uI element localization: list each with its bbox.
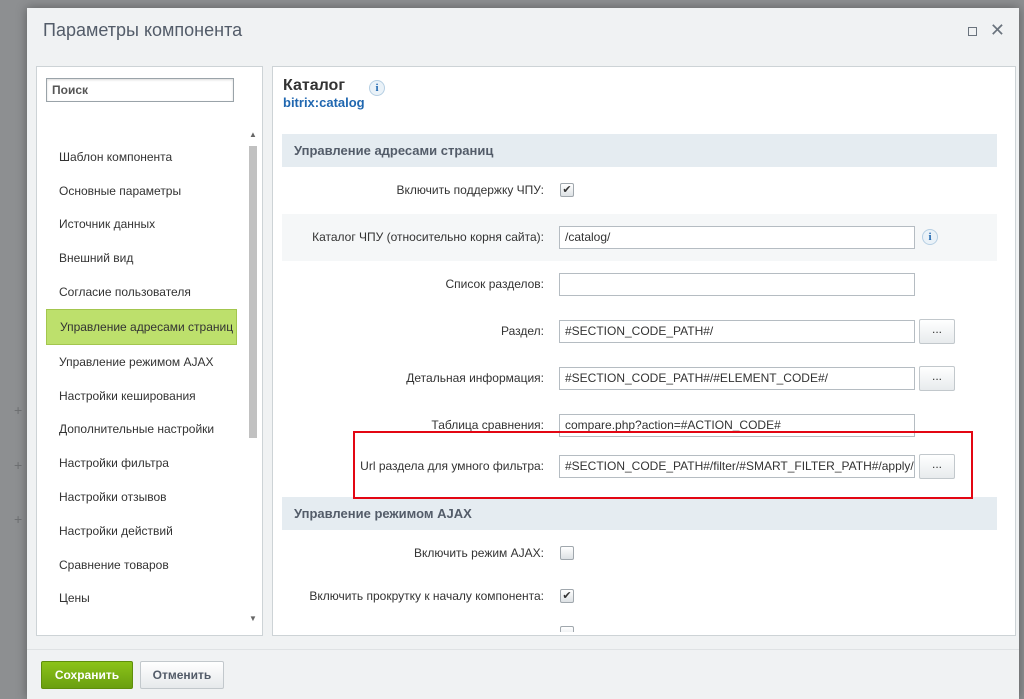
background-plus-icon: +	[14, 457, 23, 473]
partial-checkbox[interactable]	[560, 626, 574, 632]
param-row-ajax-scroll: Включить прокрутку к началу компонента: …	[282, 573, 997, 620]
sidebar-item-actions[interactable]: Настройки действий	[46, 514, 237, 548]
dialog-title: Параметры компонента	[43, 20, 243, 40]
sidebar-item-url-management[interactable]: Управление адресами страниц	[46, 308, 237, 345]
detail-url-input[interactable]: #SECTION_CODE_PATH#/#ELEMENT_CODE#/	[559, 367, 915, 390]
compare-url-input[interactable]: compare.php?action=#ACTION_CODE#	[559, 414, 915, 437]
section-url-management[interactable]: Управление адресами страниц	[282, 134, 997, 167]
sidebar-item-cache[interactable]: Настройки кеширования	[46, 379, 237, 413]
sidebar-item-additional[interactable]: Дополнительные настройки	[46, 413, 237, 447]
close-icon[interactable]: ✕	[990, 20, 1005, 40]
detail-url-browse-button[interactable]: ...	[919, 366, 955, 391]
sidebar-nav: Шаблон компонента Основные параметры Ист…	[46, 140, 237, 615]
param-row-partial	[282, 616, 997, 632]
sidebar-item-user-consent[interactable]: Согласие пользователя	[46, 275, 237, 309]
sections-list-input[interactable]	[559, 273, 915, 296]
param-row-detail: Детальная информация: #SECTION_CODE_PATH…	[282, 355, 997, 402]
param-row-compare: Таблица сравнения: compare.php?action=#A…	[282, 402, 997, 449]
component-code: bitrix:catalog	[283, 95, 365, 110]
sidebar-scroll-thumb[interactable]	[249, 146, 257, 438]
param-row-ajax-mode: Включить режим AJAX:	[282, 530, 997, 577]
smart-filter-url-input[interactable]: #SECTION_CODE_PATH#/filter/#SMART_FILTER…	[559, 455, 915, 478]
param-label: Детальная информация:	[406, 371, 544, 385]
sef-checkbox[interactable]: ✔	[560, 183, 574, 197]
sidebar-item-appearance[interactable]: Внешний вид	[46, 241, 237, 275]
dialog-footer: Сохранить Отменить	[27, 649, 1019, 699]
param-label: Каталог ЧПУ (относительно корня сайта):	[312, 230, 544, 244]
scroll-down-icon[interactable]: ▼	[249, 614, 257, 623]
param-row-sef: Включить поддержку ЧПУ: ✔	[282, 167, 997, 214]
cancel-button[interactable]: Отменить	[140, 661, 224, 689]
search-input[interactable]	[46, 78, 234, 102]
params-panel: Каталог i bitrix:catalog Управление адре…	[272, 66, 1016, 636]
params-list: Управление адресами страниц Включить под…	[282, 134, 997, 632]
background-plus-icon: +	[14, 511, 23, 527]
param-row-sef-folder: Каталог ЧПУ (относительно корня сайта): …	[282, 214, 997, 261]
smart-filter-browse-button[interactable]: ...	[919, 454, 955, 479]
component-name: Каталог	[283, 77, 345, 94]
sidebar-item-data-source[interactable]: Источник данных	[46, 208, 237, 242]
ajax-mode-checkbox[interactable]	[560, 546, 574, 560]
section-url-browse-button[interactable]: ...	[919, 319, 955, 344]
scroll-up-icon[interactable]: ▲	[249, 130, 257, 139]
param-row-sections-list: Список разделов:	[282, 261, 997, 308]
component-params-dialog: Параметры компонента ✕ Шаблон компонента…	[27, 8, 1019, 699]
section-ajax[interactable]: Управление режимом AJAX	[282, 497, 997, 530]
sidebar-item-ajax[interactable]: Управление режимом AJAX	[46, 345, 237, 379]
param-label: Раздел:	[501, 324, 544, 338]
sidebar-item-compare[interactable]: Сравнение товаров	[46, 548, 237, 582]
param-label: Включить поддержку ЧПУ:	[396, 183, 545, 197]
param-row-smart-filter: Url раздела для умного фильтра: #SECTION…	[282, 443, 997, 490]
param-label: Включить режим AJAX:	[413, 546, 544, 560]
param-label: Включить прокрутку к началу компонента:	[309, 589, 544, 603]
sidebar: Шаблон компонента Основные параметры Ист…	[36, 66, 263, 636]
sidebar-item-basic[interactable]: Основные параметры	[46, 174, 237, 208]
param-label: Таблица сравнения:	[431, 418, 544, 432]
info-icon[interactable]: i	[922, 229, 938, 245]
save-button[interactable]: Сохранить	[41, 661, 133, 689]
param-row-section: Раздел: #SECTION_CODE_PATH#/ ...	[282, 308, 997, 355]
sidebar-item-filter[interactable]: Настройки фильтра	[46, 446, 237, 480]
sidebar-item-prices[interactable]: Цены	[46, 582, 237, 616]
param-label: Список разделов:	[445, 277, 544, 291]
background-plus-icon: +	[14, 402, 23, 418]
info-icon[interactable]: i	[369, 80, 385, 96]
sidebar-item-reviews[interactable]: Настройки отзывов	[46, 480, 237, 514]
sef-folder-input[interactable]: /catalog/	[559, 226, 915, 249]
sidebar-item-template[interactable]: Шаблон компонента	[46, 140, 237, 174]
param-label: Url раздела для умного фильтра:	[360, 459, 544, 473]
sidebar-scrollbar[interactable]: ▲ ▼	[247, 130, 259, 623]
section-url-input[interactable]: #SECTION_CODE_PATH#/	[559, 320, 915, 343]
ajax-scroll-checkbox[interactable]: ✔	[560, 589, 574, 603]
dialog-header[interactable]: Параметры компонента ✕	[27, 8, 1019, 58]
maximize-icon[interactable]	[968, 27, 977, 36]
